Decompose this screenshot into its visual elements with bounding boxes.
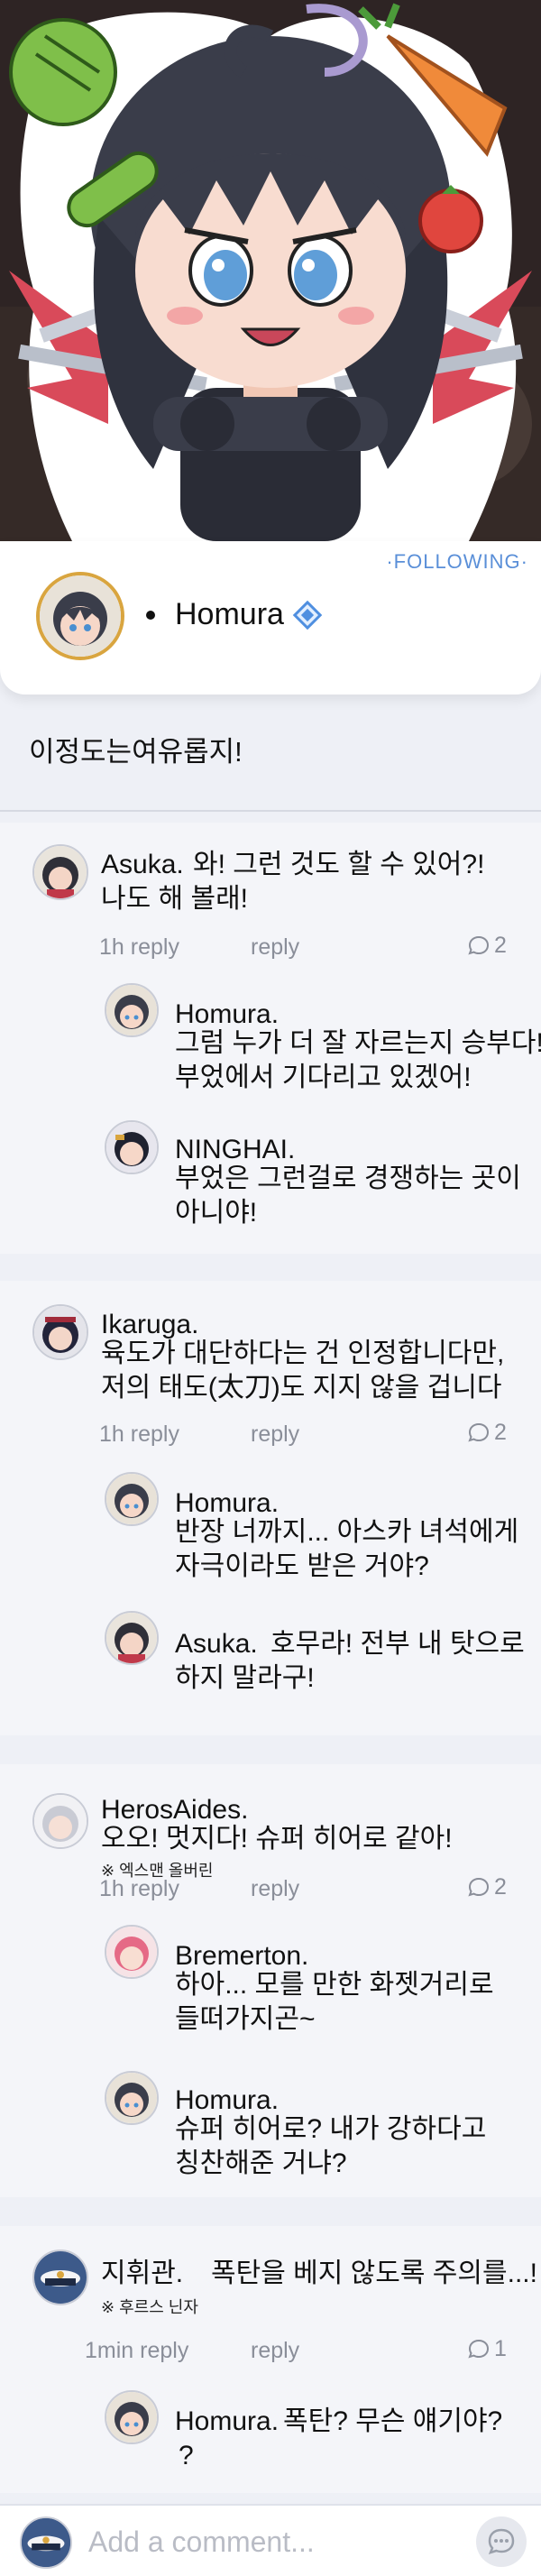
more-button[interactable] <box>476 2516 527 2567</box>
reply-avatar[interactable] <box>105 1925 159 1979</box>
homura-avatar-icon <box>40 575 121 657</box>
commenter-name[interactable]: HerosAides. <box>101 1795 248 1826</box>
comment-input[interactable] <box>88 2522 449 2562</box>
comment-text: 나도 해 볼래! <box>101 884 249 914</box>
comment-text: 저의 태도(太刀)도 지지 않을 겁니다 <box>101 1373 502 1403</box>
reply-count[interactable]: 2 <box>467 933 507 959</box>
bremerton-avatar-icon <box>106 1927 157 1977</box>
reply-text: 부었은 그런걸로 경쟁하는 곳이 <box>175 1164 521 1193</box>
comment-time: 1h reply <box>99 1876 179 1901</box>
herosaides-avatar-icon <box>34 1795 87 1847</box>
reply-name[interactable]: Asuka. <box>175 1627 258 1661</box>
reply-avatar[interactable] <box>105 1120 159 1174</box>
homura-avatar-icon <box>106 2073 157 2123</box>
commenter-avatar[interactable] <box>32 844 88 900</box>
speech-bubble-icon <box>468 1422 490 1442</box>
asuka-avatar-icon <box>34 846 87 898</box>
author-name: Homura <box>175 597 284 631</box>
comment-time: 1h reply <box>99 1421 179 1447</box>
comment-thread: Asuka. 와! 그런 것도 할 수 있어?! 나도 해 볼래! 1h rep… <box>0 823 541 1254</box>
comment-text: 와! 그런 것도 할 수 있어?! <box>193 850 485 879</box>
asuka-avatar-icon <box>106 1613 157 1663</box>
reply-button[interactable]: reply <box>251 934 299 961</box>
reply-text: 부었에서 기다리고 있겠어! <box>175 1063 472 1092</box>
author-card: ·FOLLOWING· Homura <box>0 541 541 695</box>
speech-bubble-icon <box>468 935 490 955</box>
comment-text: 폭탄을 베지 않도록 주의를...! <box>211 2259 537 2288</box>
chibi-illustration <box>0 0 541 541</box>
verified-diamond-icon <box>292 600 323 630</box>
reply-text: 아니야! <box>175 1198 258 1228</box>
ikaruga-avatar-icon <box>34 1306 87 1358</box>
reply-count[interactable]: 1 <box>467 2336 507 2362</box>
commenter-name[interactable]: 지휘관. <box>101 2259 183 2289</box>
commenter-avatar[interactable] <box>32 1304 88 1360</box>
reply-name[interactable]: Homura. <box>175 999 279 1030</box>
reply-count[interactable]: 2 <box>467 1874 507 1900</box>
author-avatar[interactable] <box>36 572 124 660</box>
author-name-row[interactable]: Homura <box>146 597 324 632</box>
bullet-icon <box>146 610 155 620</box>
comment-time: 1h reply <box>99 934 179 960</box>
reply-count-value: 2 <box>494 1420 507 1445</box>
reply-count-value: 2 <box>494 933 507 958</box>
comment-thread: HerosAides. 오오! 멋지다! 슈퍼 히어로 같아! ※ 엑스맨 올버… <box>0 1764 541 2197</box>
commenter-avatar[interactable] <box>32 1793 88 1849</box>
reply-text: ? <box>179 2441 194 2470</box>
homura-avatar-icon <box>106 2392 157 2443</box>
reply-name[interactable]: NINGHAI. <box>175 1135 295 1165</box>
reply-text: 폭탄? 무슨 얘기야? <box>283 2406 503 2436</box>
reply-avatar[interactable] <box>105 1472 159 1526</box>
commander-cap-icon <box>22 2518 70 2567</box>
reply-text: 자극이라도 받은 거야? <box>175 1551 429 1581</box>
homura-avatar-icon <box>106 985 157 1035</box>
comment-thread: Ikaruga. 육도가 대단하다는 건 인정합니다만, 저의 태도(太刀)도 … <box>0 1281 541 1735</box>
comment-text: 오오! 멋지다! 슈퍼 히어로 같아! <box>101 1824 453 1854</box>
reply-text: 하아... 모를 만한 화젯거리로 <box>175 1970 494 2000</box>
reply-text: 슈퍼 히어로? 내가 강하다고 <box>175 2114 487 2144</box>
reply-avatar[interactable] <box>105 2071 159 2125</box>
commenter-name[interactable]: Asuka. <box>101 850 184 880</box>
comment-note: ※ 후르스 닌자 <box>101 2298 198 2316</box>
commander-cap-icon <box>34 2251 87 2304</box>
commenter-avatar[interactable] <box>32 2249 88 2305</box>
homura-avatar-icon <box>106 1474 157 1524</box>
reply-count-value: 2 <box>494 1874 507 1900</box>
chat-bubble-icon <box>488 2528 515 2554</box>
reply-count[interactable]: 2 <box>467 1420 507 1446</box>
reply-text: 호무라! 전부 내 탓으로 <box>270 1629 525 1659</box>
reply-avatar[interactable] <box>105 1611 159 1665</box>
post-page: ·FOLLOWING· Homura 이정도는여유롭지! Asuka. 와! 그… <box>0 0 541 2576</box>
ninghai-avatar-icon <box>106 1122 157 1173</box>
reply-text: 반장 너까지... 아스카 녀석에게 <box>175 1517 519 1547</box>
reply-name[interactable]: Homura. <box>175 2406 279 2437</box>
reply-count-value: 1 <box>494 2336 507 2361</box>
following-label[interactable]: ·FOLLOWING· <box>386 550 528 574</box>
reply-text: 하지 말라구! <box>175 1663 315 1693</box>
reply-avatar[interactable] <box>105 983 159 1037</box>
speech-bubble-icon <box>468 2339 490 2359</box>
commenter-name[interactable]: Ikaruga. <box>101 1310 198 1340</box>
post-text: 이정도는여유롭지! <box>29 736 243 768</box>
divider <box>0 810 541 812</box>
post-image <box>0 0 541 541</box>
reply-avatar[interactable] <box>105 2390 159 2444</box>
speech-bubble-icon <box>468 1877 490 1897</box>
reply-text: 그럼 누가 더 잘 자르는지 승부다! <box>175 1028 541 1058</box>
comment-time: 1min reply <box>85 2338 189 2363</box>
reply-button[interactable]: reply <box>251 1876 299 1902</box>
comment-composer <box>0 2504 541 2576</box>
reply-name[interactable]: Homura. <box>175 1488 279 1519</box>
reply-button[interactable]: reply <box>251 1421 299 1448</box>
comment-text: 육도가 대단하다는 건 인정합니다만, <box>101 1339 505 1368</box>
reply-name[interactable]: Homura. <box>175 2085 279 2116</box>
my-avatar[interactable] <box>20 2516 72 2569</box>
reply-text: 들떠가지곤~ <box>175 2004 316 2034</box>
comment-thread: 지휘관. 폭탄을 베지 않도록 주의를...! ※ 후르스 닌자 1min re… <box>0 2226 541 2493</box>
reply-text: 칭찬해준 거냐? <box>175 2148 347 2178</box>
reply-name[interactable]: Bremerton. <box>175 1941 308 1972</box>
reply-button[interactable]: reply <box>251 2338 299 2364</box>
